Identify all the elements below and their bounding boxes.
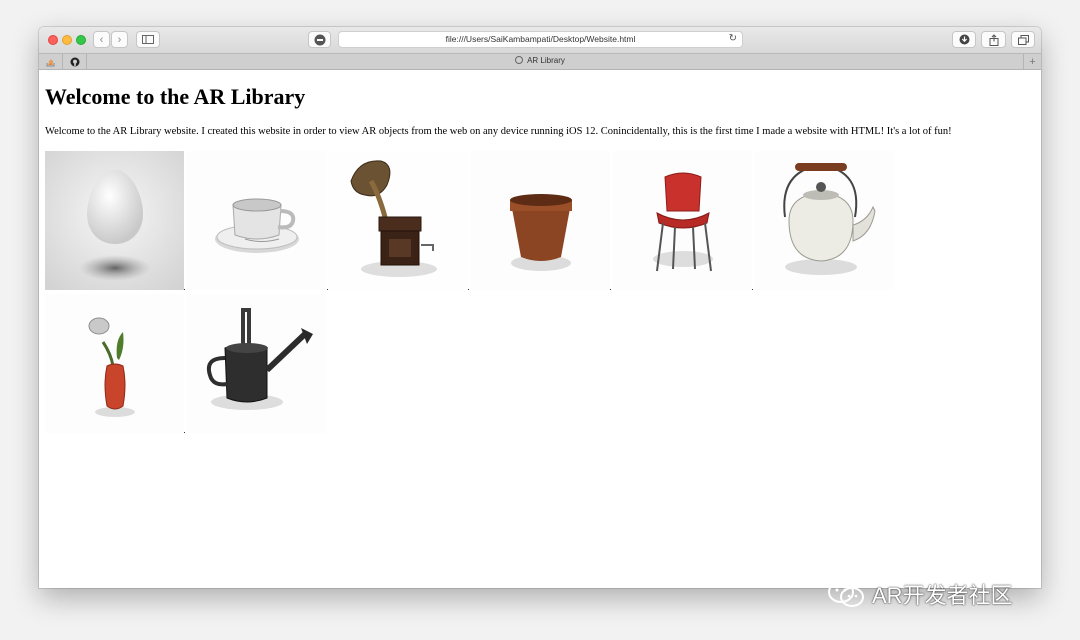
plus-icon: + [1029, 56, 1036, 68]
image-border-dot [327, 289, 328, 290]
flowerpot-image [471, 151, 610, 290]
zoom-window-button[interactable] [76, 35, 86, 45]
tabs-icon [1017, 34, 1029, 45]
image-border-dot [610, 289, 611, 290]
url-text: file:///Users/SaiKambampati/Desktop/Webs… [445, 34, 636, 44]
intro-paragraph: Welcome to the AR Library website. I cre… [45, 126, 952, 137]
chair-image [613, 151, 752, 290]
wechat-icon [828, 581, 864, 607]
ar-teacup-link[interactable] [187, 151, 326, 290]
forward-button[interactable]: › [111, 31, 128, 48]
tabs-overview-button[interactable] [1011, 31, 1035, 48]
address-bar[interactable]: file:///Users/SaiKambampati/Desktop/Webs… [338, 31, 743, 48]
share-button[interactable] [981, 31, 1006, 48]
new-tab-button[interactable]: + [1023, 54, 1041, 70]
tab-title: AR Library [527, 56, 565, 65]
share-icon [989, 33, 998, 46]
chevron-left-icon: ‹ [99, 33, 104, 46]
ar-egg-link[interactable] [45, 151, 184, 290]
extension-icon [314, 34, 325, 45]
active-tab[interactable]: AR Library [39, 56, 1041, 65]
sidebar-button[interactable] [136, 31, 160, 48]
minimize-window-button[interactable] [62, 35, 72, 45]
page-content: Welcome to the AR Library Welcome to the… [39, 70, 1041, 588]
ar-flowerpot-link[interactable] [471, 151, 610, 290]
ar-watering-can-link[interactable] [187, 294, 326, 433]
chevron-right-icon: › [117, 33, 122, 46]
gramophone-image [329, 151, 468, 290]
tab-bar: AR Library + [39, 53, 1041, 70]
compass-icon [515, 56, 524, 64]
downloads-button[interactable] [952, 31, 976, 48]
title-bar: ‹ › file:///Users/SaiKambampati/Desktop/… [39, 27, 1041, 53]
vase-image [45, 294, 184, 433]
reload-icon[interactable]: ↻ [729, 33, 737, 44]
ar-vase-link[interactable] [45, 294, 184, 433]
image-border-dot [752, 289, 753, 290]
ar-teapot-link[interactable] [755, 151, 894, 290]
sidebar-icon [142, 35, 154, 44]
image-border-dot [468, 289, 469, 290]
ar-chair-link[interactable] [613, 151, 752, 290]
egg-image [45, 151, 184, 290]
teacup-image [187, 151, 326, 290]
extension-button[interactable] [308, 31, 331, 48]
browser-window: ‹ › file:///Users/SaiKambampati/Desktop/… [39, 27, 1041, 588]
back-button[interactable]: ‹ [93, 31, 110, 48]
watermark-text: AR开发者社区 [872, 583, 1013, 608]
image-border-dot [184, 432, 185, 433]
ar-gramophone-link[interactable] [329, 151, 468, 290]
page-title: Welcome to the AR Library [45, 84, 306, 109]
teapot-image [755, 151, 894, 290]
watering-can-image [187, 294, 326, 433]
close-window-button[interactable] [48, 35, 58, 45]
watermark: AR开发者社区 [826, 578, 1013, 610]
image-border-dot [184, 289, 185, 290]
download-icon [959, 34, 969, 45]
